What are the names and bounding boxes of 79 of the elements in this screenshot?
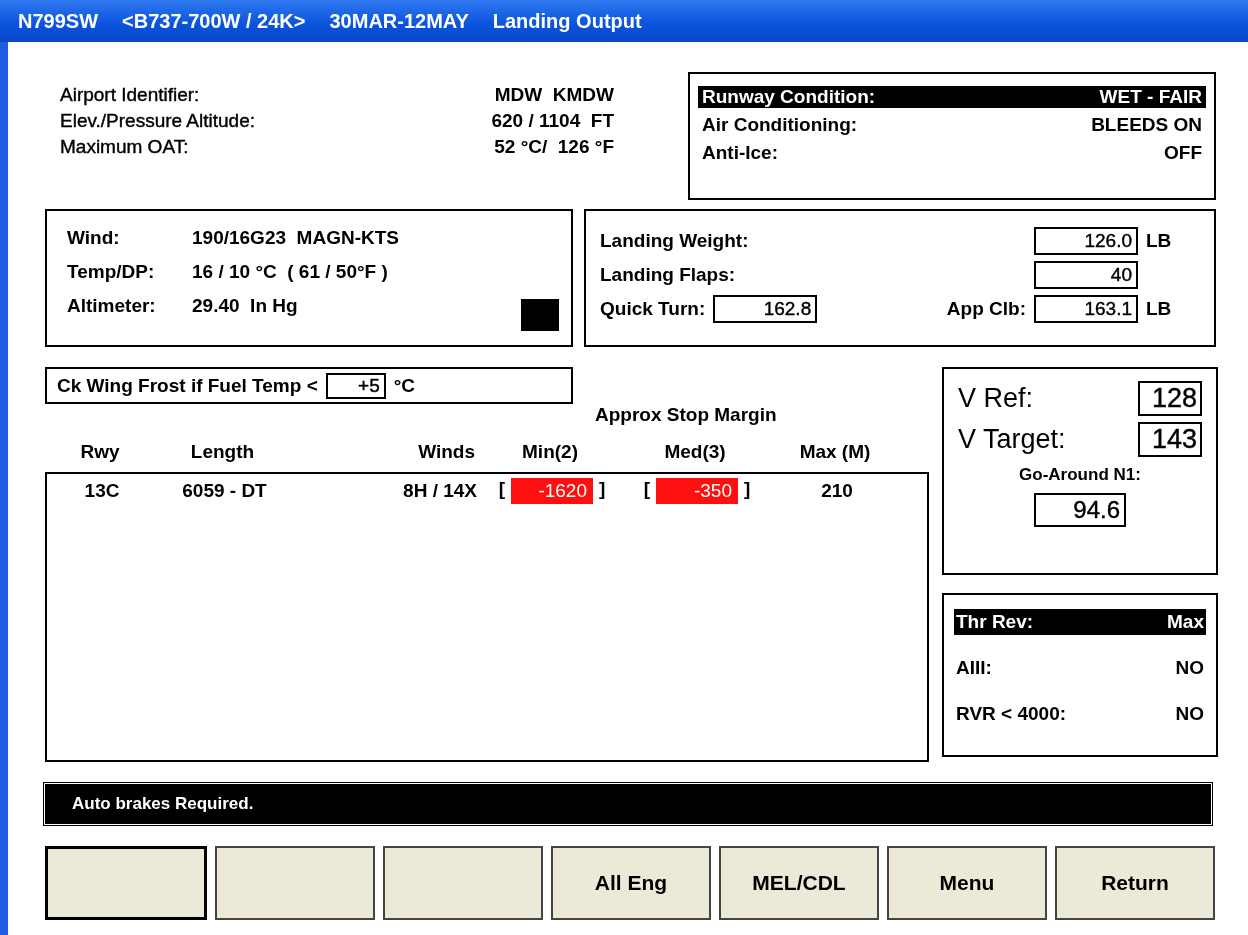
command-button[interactable]: MEL/CDL bbox=[719, 846, 879, 920]
option-value: NO bbox=[1175, 703, 1204, 725]
field-label: Maximum OAT: bbox=[60, 136, 190, 158]
app-climb-field[interactable]: 163.1 bbox=[1034, 295, 1138, 323]
command-button[interactable]: Return bbox=[1055, 846, 1215, 920]
fuel-temp-field[interactable]: +5 bbox=[325, 372, 386, 399]
condition-row[interactable]: Anti-Ice: OFF bbox=[698, 142, 1206, 164]
condition-value: OFF bbox=[1164, 142, 1202, 164]
table-cell-text: 210 bbox=[820, 480, 854, 502]
n1-field[interactable]: 94.6 bbox=[1034, 493, 1126, 527]
option-row[interactable]: RVR < 4000: NO bbox=[954, 701, 1206, 727]
option-value: Max bbox=[1167, 611, 1204, 633]
window-title: 30MAR-12MAY bbox=[329, 9, 469, 33]
weather-value: 29.40 In Hg bbox=[192, 295, 298, 317]
condition-label: Anti-Ice: bbox=[702, 142, 778, 164]
command-button[interactable]: Menu bbox=[887, 846, 1047, 920]
condition-value: BLEEDS ON bbox=[1091, 114, 1202, 136]
window-title: Landing Output bbox=[492, 9, 642, 33]
column-header: Winds bbox=[417, 441, 475, 463]
table-cell-text: 6059 - DT bbox=[181, 480, 268, 502]
margin-cell: -1620 bbox=[511, 478, 593, 504]
field-label: Elev./Pressure Altitude: bbox=[60, 110, 257, 132]
quick-turn-field[interactable]: 162.8 bbox=[713, 295, 818, 323]
speed-label: V Target: bbox=[958, 424, 1066, 455]
field-value: MDW KMDW bbox=[493, 84, 615, 106]
bracket: ] bbox=[599, 478, 606, 501]
field-label: Landing Flaps: bbox=[600, 264, 736, 286]
weather-label: Temp/DP: bbox=[67, 261, 156, 283]
highlighted-row[interactable]: Thr Rev: Max bbox=[954, 609, 1206, 635]
command-button[interactable]: All Eng bbox=[551, 846, 711, 920]
weight-field[interactable]: 126.0 bbox=[1034, 227, 1138, 255]
weather-label: Altimeter: bbox=[67, 295, 157, 317]
group-heading: Approx Stop Margin bbox=[595, 404, 777, 425]
unit-label: °C bbox=[393, 374, 416, 397]
option-label: RVR < 4000: bbox=[956, 703, 1067, 725]
table-cell-text: 8H / 14X bbox=[402, 480, 477, 502]
field-label: Airport Identifier: bbox=[60, 84, 201, 106]
column-header: Rwy bbox=[79, 441, 121, 463]
indicator-square bbox=[521, 299, 559, 331]
bracket: [ bbox=[643, 478, 650, 501]
option-value: NO bbox=[1175, 657, 1204, 679]
column-header: Length bbox=[189, 441, 256, 463]
vtarget-field[interactable]: 143 bbox=[1138, 422, 1202, 457]
command-button[interactable] bbox=[215, 846, 375, 920]
condition-label: Runway Condition: bbox=[702, 86, 876, 108]
n1-label: Go-Around N1: bbox=[1019, 465, 1141, 484]
window-title: N799SW bbox=[18, 9, 99, 33]
option-label: AIII: bbox=[956, 657, 992, 679]
field-value: 620 / 1104 FT bbox=[490, 110, 615, 132]
frost-label: Ck Wing Frost if Fuel Temp < bbox=[57, 374, 318, 397]
field-label: Landing Weight: bbox=[600, 230, 749, 252]
window-title: <B737-700W / 24K> bbox=[122, 9, 306, 33]
option-label: Thr Rev: bbox=[956, 611, 1034, 633]
table-cell-text: 13C bbox=[83, 480, 121, 502]
condition-value: WET - FAIR bbox=[1099, 86, 1202, 108]
option-row[interactable]: AIII: NO bbox=[954, 655, 1206, 681]
column-header: Med(3) bbox=[663, 441, 727, 463]
speed-label: V Ref: bbox=[958, 383, 1034, 414]
column-header: Max (M) bbox=[798, 441, 872, 463]
bracket: ] bbox=[744, 478, 751, 501]
vref-field[interactable]: 128 bbox=[1138, 381, 1202, 416]
field-label: Quick Turn: bbox=[600, 298, 706, 320]
weather-value: 16 / 10 °C ( 61 / 50°F ) bbox=[192, 261, 388, 283]
status-message: Auto brakes Required. bbox=[72, 794, 254, 814]
command-button[interactable] bbox=[383, 846, 543, 920]
field-value: 52 °C/ 126 °F bbox=[493, 136, 615, 158]
highlighted-row[interactable]: Runway Condition: WET - FAIR bbox=[698, 86, 1206, 108]
condition-row[interactable]: Air Conditioning: BLEEDS ON bbox=[698, 114, 1206, 136]
column-header: Min(2) bbox=[521, 441, 579, 463]
bracket: [ bbox=[498, 478, 505, 501]
weather-label: Wind: bbox=[67, 227, 121, 249]
field-label: App Clb: bbox=[946, 298, 1026, 320]
flaps-field[interactable]: 40 bbox=[1034, 261, 1138, 289]
unit-label: LB bbox=[1146, 230, 1173, 252]
margin-cell: -350 bbox=[656, 478, 738, 504]
unit-label: LB bbox=[1146, 298, 1173, 320]
weather-value: 190/16G23 MAGN-KTS bbox=[192, 227, 399, 249]
command-button[interactable] bbox=[45, 846, 207, 920]
condition-label: Air Conditioning: bbox=[702, 114, 858, 136]
